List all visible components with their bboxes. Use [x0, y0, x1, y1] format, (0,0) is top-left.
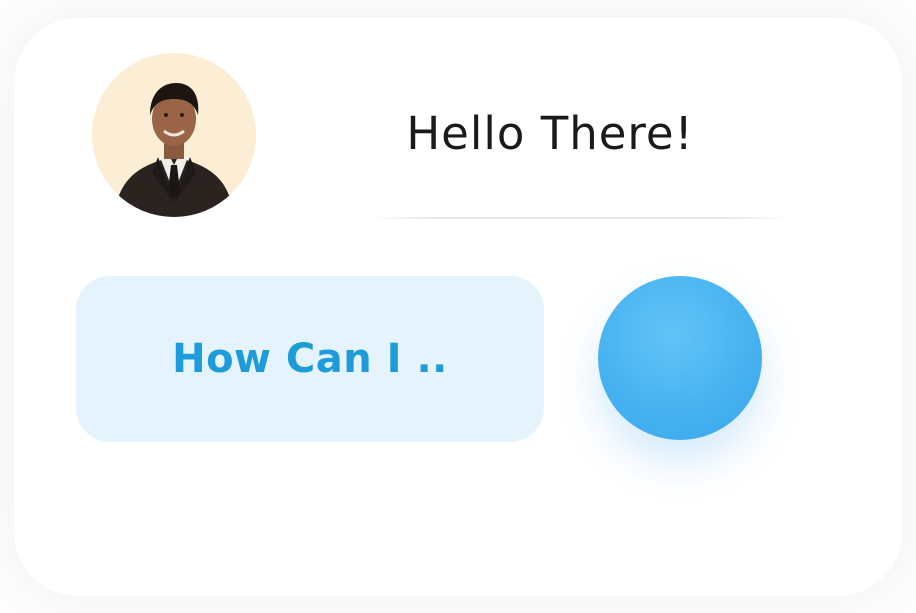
avatar [92, 53, 256, 217]
message-input-text[interactable]: How Can I .. [172, 336, 448, 382]
message-input-bubble[interactable]: How Can I .. [76, 276, 544, 442]
send-button[interactable] [598, 276, 762, 440]
avatar-photo-icon [92, 53, 256, 217]
greeting-title: Hello There! [406, 107, 694, 160]
divider [370, 217, 790, 219]
